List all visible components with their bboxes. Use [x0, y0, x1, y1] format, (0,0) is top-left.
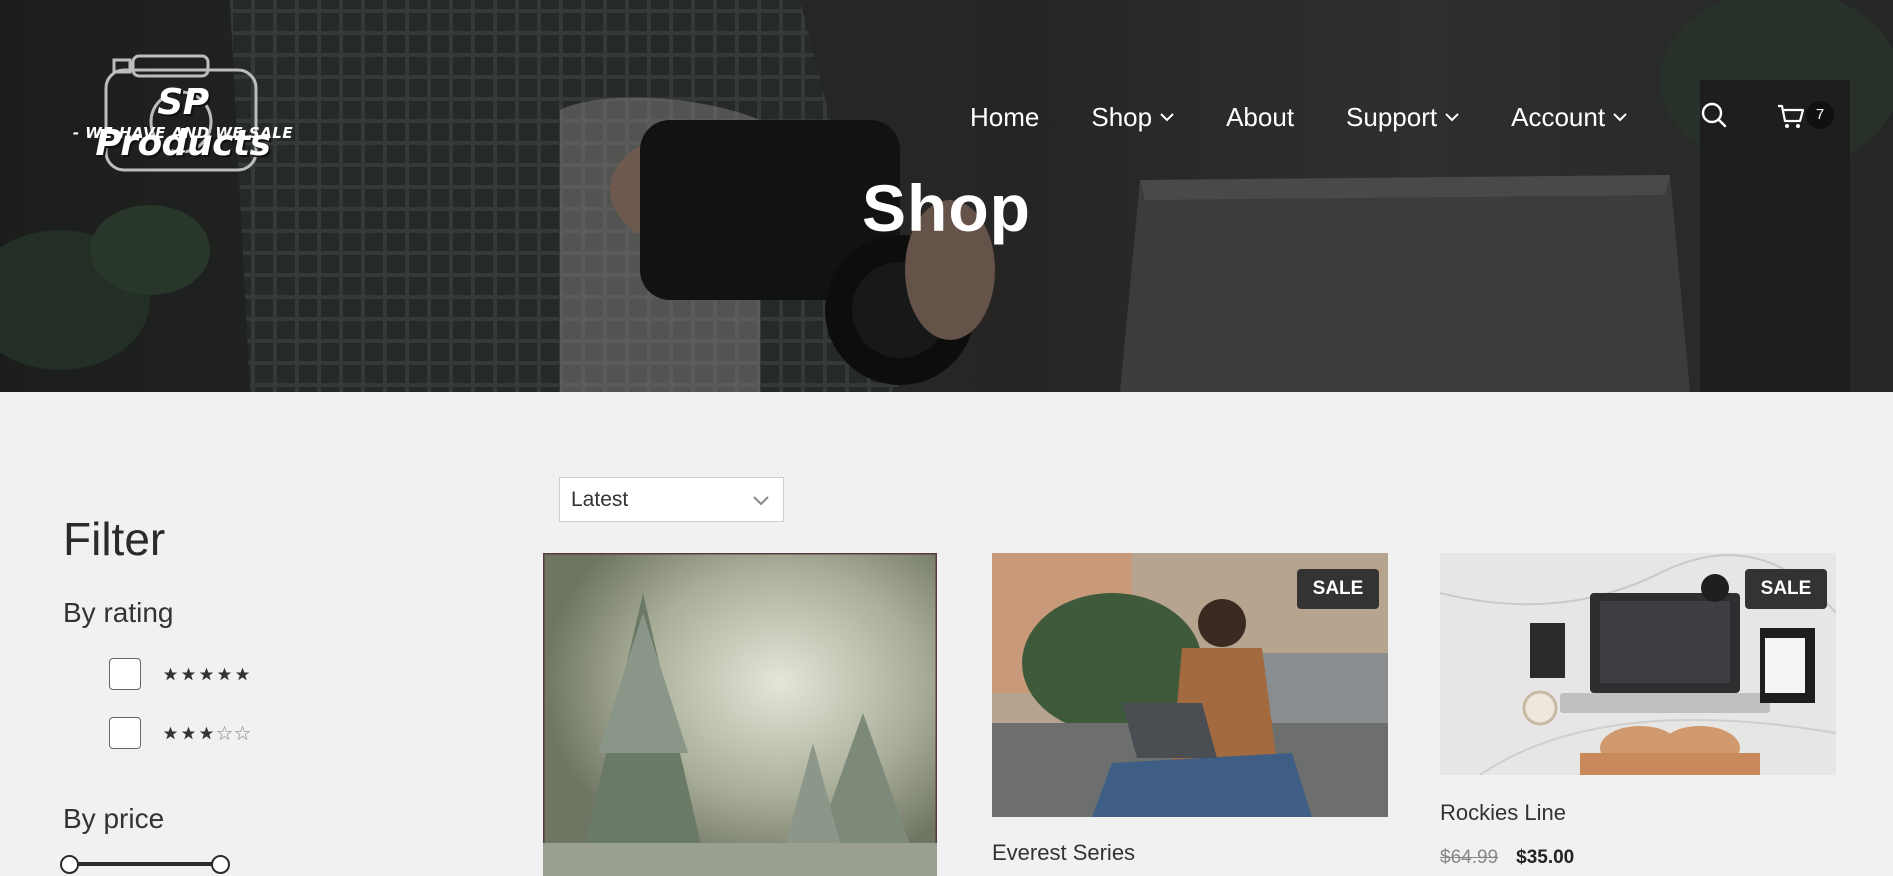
price-range-slider[interactable] — [60, 854, 230, 876]
nav-item-label: Support — [1346, 101, 1438, 132]
page-title: Shop — [862, 171, 1031, 245]
nav-item-label: Shop — [1091, 101, 1153, 132]
hero-banner: SP Products - WE HAVE AND WE SALE - Home… — [0, 0, 1893, 392]
three-star-rating — [163, 726, 253, 740]
star-empty-icon — [217, 726, 232, 740]
sale-badge: SALE — [1745, 569, 1827, 609]
star-empty-icon — [235, 726, 250, 740]
star-filled-icon — [199, 726, 214, 740]
rating-option-3 — [109, 717, 253, 749]
five-star-rating — [163, 667, 253, 681]
nav-item-home[interactable]: Home — [970, 102, 1039, 133]
star-filled-icon — [163, 726, 178, 740]
cart-button[interactable]: 7 — [1776, 101, 1836, 131]
price-filter-heading: By price — [63, 803, 165, 834]
brand-logo[interactable]: SP Products - WE HAVE AND WE SALE - — [68, 52, 298, 172]
chevron-down-icon — [1160, 113, 1174, 122]
product-photo-winter-backdrop — [543, 553, 937, 876]
product-price: $64.99 $35.00 — [1440, 847, 1574, 869]
nav-item-label: Home — [970, 101, 1040, 132]
rating-filter-heading: By rating — [63, 597, 174, 628]
sale-price: $35.00 — [1516, 847, 1575, 868]
sort-selected-value: Latest — [571, 487, 629, 511]
chevron-down-icon — [1613, 113, 1627, 122]
star-filled-icon — [163, 667, 178, 681]
cart-icon — [1778, 104, 1805, 128]
sort-select[interactable]: Latest — [559, 477, 784, 522]
product-title[interactable]: Everest Series — [992, 840, 1135, 866]
product-title[interactable]: Rockies Line — [1440, 800, 1566, 826]
sale-badge: SALE — [1297, 569, 1379, 609]
search-button[interactable] — [1700, 101, 1728, 129]
slider-track — [68, 862, 222, 866]
nav-item-about[interactable]: About — [1226, 102, 1294, 133]
rating-5-checkbox[interactable] — [109, 658, 141, 690]
nav-item-label: Account — [1511, 101, 1606, 132]
chevron-down-icon — [753, 496, 769, 506]
nav-item-support[interactable]: Support — [1346, 102, 1459, 133]
chevron-down-icon — [1445, 113, 1459, 122]
rating-3-checkbox[interactable] — [109, 717, 141, 749]
product-image[interactable]: SALE — [1440, 553, 1836, 775]
original-price: $64.99 — [1440, 847, 1499, 868]
search-icon — [1701, 102, 1727, 128]
brand-tagline: - WE HAVE AND WE SALE - — [72, 124, 294, 160]
slider-max-handle[interactable] — [211, 855, 230, 874]
star-filled-icon — [235, 667, 250, 681]
filter-title: Filter — [63, 513, 166, 565]
nav-item-label: About — [1226, 101, 1295, 132]
nav-item-account[interactable]: Account — [1511, 102, 1627, 133]
product-image[interactable]: SALE — [992, 553, 1388, 817]
product-image[interactable] — [543, 553, 937, 876]
star-filled-icon — [181, 726, 196, 740]
star-filled-icon — [181, 667, 196, 681]
rating-option-5 — [109, 658, 253, 690]
cart-count-badge: 7 — [1806, 101, 1834, 129]
star-filled-icon — [199, 667, 214, 681]
slider-min-handle[interactable] — [60, 855, 79, 874]
star-filled-icon — [217, 667, 232, 681]
main-navigation: Home Shop About Support Account — [970, 100, 1679, 134]
nav-item-shop[interactable]: Shop — [1091, 102, 1174, 133]
